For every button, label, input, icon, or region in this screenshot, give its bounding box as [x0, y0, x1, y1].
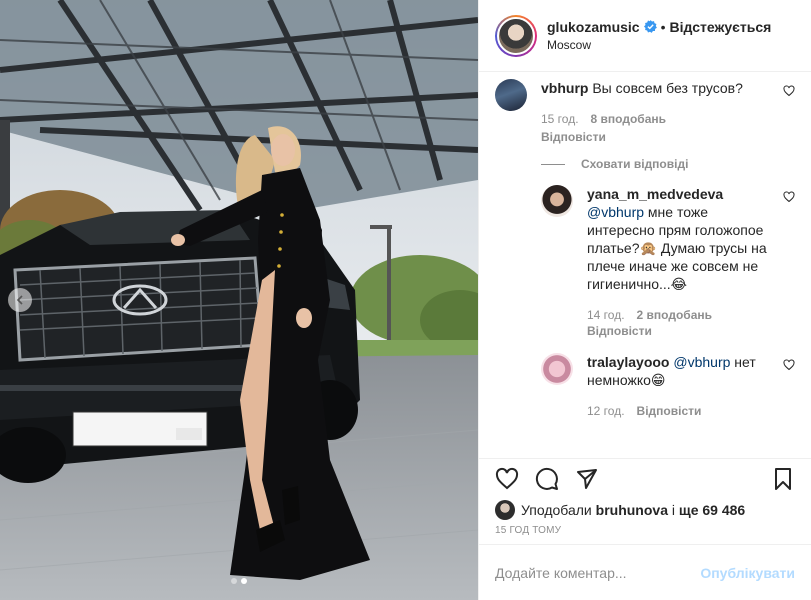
reply-likes[interactable]: 2 вподобань [637, 307, 712, 323]
save-button[interactable] [763, 459, 803, 499]
author-avatar[interactable] [495, 14, 537, 57]
reply-username[interactable]: yana_m_medvedeva [587, 186, 723, 202]
comment-likes[interactable]: 8 вподобань [591, 111, 666, 127]
verified-badge-icon [643, 20, 657, 33]
post-side-panel: glukozamusic • Відстежується Moscow vbhu… [478, 0, 811, 600]
add-comment-bar: Опублікувати [479, 544, 811, 600]
heart-icon [495, 467, 519, 489]
publish-button[interactable]: Опублікувати [700, 565, 795, 581]
liker-username[interactable]: bruhunova [596, 502, 668, 518]
reply-username[interactable]: tralaylayooo [587, 354, 669, 370]
reply-mention[interactable]: @vbhurp [587, 204, 644, 220]
comment-button[interactable] [527, 459, 567, 499]
reply-actions: Відповісти [587, 323, 773, 339]
comment-body: vbhurp Вы совсем без трусов? 15 год. 8 в… [541, 79, 773, 145]
hide-replies-toggle[interactable]: Сховати відповіді [541, 157, 795, 171]
author-info: glukozamusic • Відстежується Moscow [547, 18, 771, 54]
reply-comment: tralaylayooo @vbhurp нет немножко😁 12 го… [541, 353, 795, 419]
chevron-left-icon [16, 295, 23, 305]
like-reply-heart-icon[interactable] [783, 359, 795, 371]
instagram-post: glukozamusic • Відстежується Moscow vbhu… [0, 0, 811, 600]
share-icon [577, 468, 597, 489]
author-avatar-image [497, 16, 535, 55]
liker-avatar[interactable] [495, 500, 515, 520]
likes-prefix: Уподобали [521, 502, 592, 518]
reply-button[interactable]: Відповісти [541, 129, 606, 145]
reply-meta: 14 год. 2 вподобань [587, 307, 773, 323]
carousel-indicator [0, 578, 478, 584]
reply-time[interactable]: 12 год. [587, 403, 625, 419]
reply-comment: yana_m_medvedeva @vbhurp мне тоже интере… [541, 185, 795, 339]
author-username[interactable]: glukozamusic [547, 18, 640, 36]
likes-connector: і [671, 502, 676, 518]
reply-time[interactable]: 14 год. [587, 307, 625, 323]
bookmark-icon [775, 467, 791, 490]
hide-replies-label: Сховати відповіді [581, 157, 689, 171]
comment-meta: 15 год. 8 вподобань [541, 111, 773, 127]
follow-status-button[interactable]: Відстежується [670, 18, 772, 36]
reply-body: yana_m_medvedeva @vbhurp мне тоже интере… [587, 185, 773, 339]
comment-text: Вы совсем без трусов? [592, 80, 743, 96]
carousel-dot [231, 578, 237, 584]
comment-input[interactable] [495, 564, 701, 581]
likes-count-button[interactable]: ще 69 486 [679, 502, 745, 518]
post-photo[interactable] [0, 0, 478, 600]
post-header: glukozamusic • Відстежується Moscow [479, 0, 811, 72]
post-location[interactable]: Moscow [547, 36, 771, 54]
comment-actions: Відповісти [541, 129, 773, 145]
share-button[interactable] [567, 459, 607, 499]
post-timestamp[interactable]: 15 ГОД ТОМУ [495, 525, 561, 536]
author-line: glukozamusic • Відстежується [547, 18, 771, 36]
comment-avatar[interactable] [495, 79, 527, 111]
reply-button[interactable]: Відповісти [637, 403, 702, 419]
comment: vbhurp Вы совсем без трусов? 15 год. 8 в… [495, 79, 795, 145]
replies-divider-line [541, 163, 565, 165]
like-comment-heart-icon[interactable] [783, 85, 795, 97]
carousel-prev-button[interactable] [8, 288, 32, 312]
reply-body: tralaylayooo @vbhurp нет немножко😁 12 го… [587, 353, 773, 419]
carousel-dot-active [241, 578, 247, 584]
reply-avatar[interactable] [541, 353, 573, 385]
separator-dot: • [660, 18, 666, 35]
comment-time[interactable]: 15 год. [541, 111, 579, 127]
reply-mention[interactable]: @vbhurp [673, 354, 730, 370]
comments-list[interactable]: vbhurp Вы совсем без трусов? 15 год. 8 в… [479, 73, 811, 457]
post-action-bar [479, 458, 811, 498]
like-reply-heart-icon[interactable] [783, 191, 795, 203]
reply-avatar[interactable] [541, 185, 573, 217]
like-button[interactable] [487, 459, 527, 499]
reply-button[interactable]: Відповісти [587, 323, 652, 339]
comment-bubble-icon [535, 467, 558, 490]
likes-summary: Уподобали bruhunova і ще 69 486 [495, 500, 795, 520]
reply-meta: 12 год. Відповісти [587, 403, 773, 419]
comment-username[interactable]: vbhurp [541, 80, 588, 96]
photo-scene [0, 0, 478, 600]
